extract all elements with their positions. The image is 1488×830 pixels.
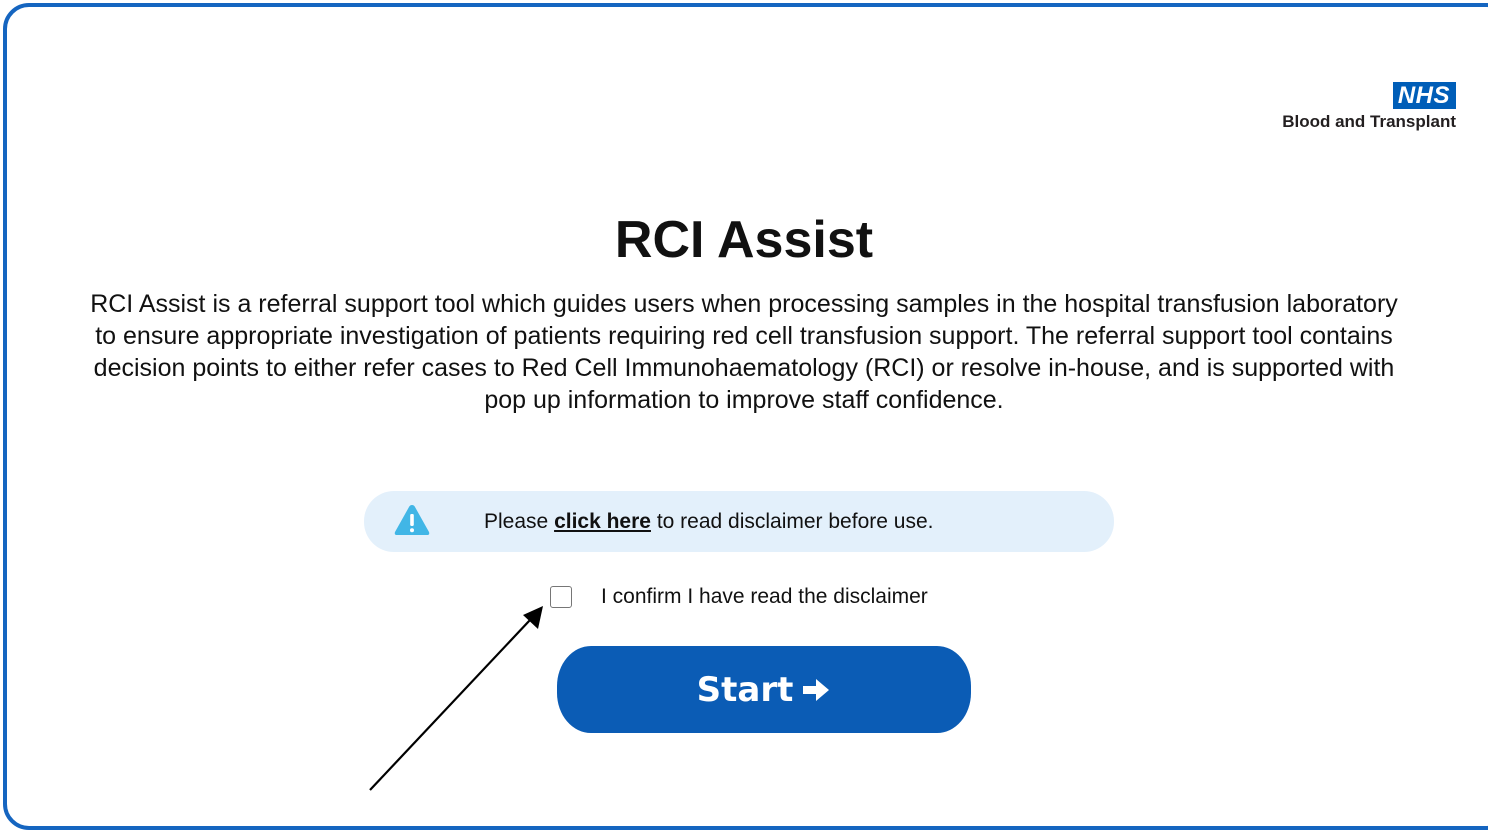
warning-triangle-icon: [394, 505, 430, 535]
arrow-right-icon: [803, 678, 830, 701]
tool-description: RCI Assist is a referral support tool wh…: [90, 290, 1398, 414]
disclaimer-link[interactable]: click here: [554, 510, 651, 533]
disclaimer-notice-text: Please click here to read disclaimer bef…: [484, 491, 933, 552]
notice-suffix: to read disclaimer before use.: [656, 510, 934, 533]
org-name: Blood and Transplant: [1282, 112, 1456, 131]
start-button[interactable]: Start: [557, 646, 971, 733]
disclaimer-notice: Please click here to read disclaimer bef…: [364, 491, 1114, 552]
confirm-disclaimer-row: I confirm I have read the disclaimer: [550, 585, 928, 609]
page-title: RCI Assist: [614, 211, 874, 269]
notice-prefix: Please: [484, 510, 549, 533]
start-button-label: Start: [696, 669, 794, 710]
nhsbt-logo: NHS Blood and Transplant: [1282, 82, 1456, 132]
confirm-disclaimer-label[interactable]: I confirm I have read the disclaimer: [601, 585, 928, 609]
confirm-disclaimer-checkbox[interactable]: [550, 586, 572, 608]
nhs-logo-mark: NHS: [1392, 82, 1456, 109]
